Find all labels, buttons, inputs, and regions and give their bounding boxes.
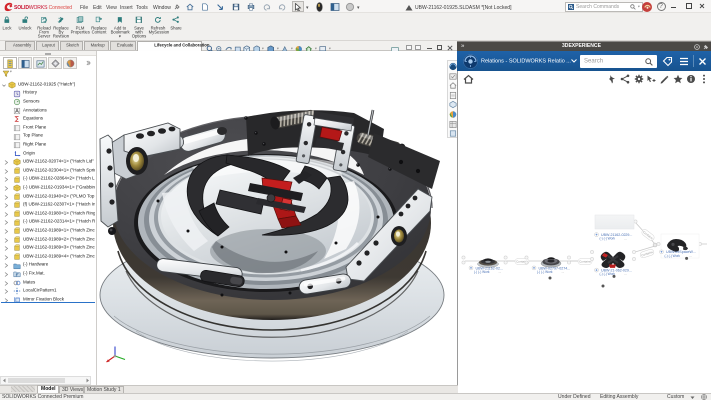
- svg-text:(-) (-) Work: (-) (-) Work: [474, 270, 490, 274]
- svg-text:...: ...: [499, 270, 502, 274]
- svg-text:...: ...: [624, 272, 627, 276]
- svg-text:Contains: Contains: [579, 260, 591, 264]
- svg-text:(-) (-) Work: (-) (-) Work: [537, 270, 553, 274]
- svg-text:(-) (-) Work: (-) (-) Work: [600, 237, 616, 241]
- svg-text:...: ...: [562, 270, 565, 274]
- svg-text:...: ...: [624, 236, 627, 240]
- svg-text:(-) (-) Work: (-) (-) Work: [665, 254, 681, 258]
- svg-text:...: ...: [689, 254, 692, 258]
